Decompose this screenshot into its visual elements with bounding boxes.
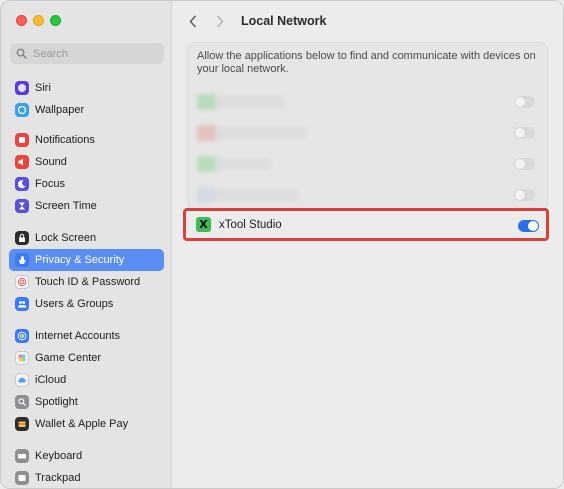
sidebar-item-internet-accounts[interactable]: Internet Accounts: [9, 325, 164, 347]
screen-time-icon: [15, 199, 29, 213]
xtool-app-icon: X: [196, 217, 211, 232]
app-row-redacted: [197, 152, 542, 176]
app-row-redacted: [197, 183, 542, 207]
sidebar-item-label: Wallpaper: [35, 104, 85, 116]
panel-description: Allow the applications below to find and…: [197, 50, 536, 75]
sidebar-item-label: Sound: [35, 156, 67, 168]
sidebar-item-label: Screen Time: [35, 200, 97, 212]
sidebar-item-touch-id-and-password[interactable]: Touch ID & Password: [9, 271, 164, 293]
redacted-app-name: [215, 127, 307, 139]
app-row-xtool: X xTool Studio: [195, 216, 539, 236]
sidebar-item-trackpad[interactable]: Trackpad: [9, 467, 164, 488]
zoom-window-button[interactable]: [50, 15, 61, 26]
sidebar-item-wallet-and-apple-pay[interactable]: Wallet & Apple Pay: [9, 413, 164, 435]
page-title: Local Network: [241, 14, 327, 28]
sidebar-group: Lock Screen Privacy & Security Touch ID & …: [9, 227, 164, 315]
sidebar-item-label: Notifications: [35, 134, 95, 146]
sidebar-item-label: Privacy & Security: [35, 254, 125, 266]
app-row-redacted: [197, 121, 542, 145]
notifications-icon: [15, 133, 29, 147]
sidebar-item-label: Touch ID & Password: [35, 276, 141, 288]
xtool-network-toggle[interactable]: [518, 220, 539, 232]
sidebar: Siri Wallpaper Notifications Sound Focus Scre…: [1, 1, 172, 488]
chevron-right-icon: [216, 14, 224, 28]
redacted-app-name: [215, 158, 271, 170]
sidebar-item-label: Keyboard: [35, 450, 83, 462]
sidebar-item-notifications[interactable]: Notifications: [9, 129, 164, 151]
sidebar-item-game-center[interactable]: Game Center: [9, 347, 164, 369]
sidebar-item-label: Spotlight: [35, 396, 78, 408]
highlighted-app-row: X xTool Studio: [183, 208, 549, 241]
app-network-toggle[interactable]: [514, 127, 535, 139]
sidebar-group: Internet Accounts Game Center iCloud Spotli…: [9, 325, 164, 435]
redacted-app-icon: [197, 187, 217, 203]
sidebar-item-screen-time[interactable]: Screen Time: [9, 195, 164, 217]
sidebar-item-label: Users & Groups: [35, 298, 114, 310]
sidebar-group: Siri Wallpaper: [9, 77, 164, 121]
sidebar-item-label: Wallet & Apple Pay: [35, 418, 129, 430]
sidebar-item-label: Lock Screen: [35, 232, 97, 244]
redacted-app-icon: [197, 156, 217, 172]
search-icon: [16, 48, 27, 59]
sound-icon: [15, 155, 29, 169]
users-icon: [15, 297, 29, 311]
search-input[interactable]: [33, 47, 153, 60]
app-network-toggle[interactable]: [514, 189, 535, 201]
at-icon: [15, 329, 29, 343]
spotlight-icon: [15, 395, 29, 409]
icloud-icon: [15, 373, 29, 387]
local-network-panel: Allow the applications below to find and…: [187, 42, 548, 210]
sidebar-item-sound[interactable]: Sound: [9, 151, 164, 173]
sidebar-search[interactable]: [10, 43, 164, 64]
app-network-toggle[interactable]: [514, 96, 535, 108]
sidebar-item-label: Focus: [35, 178, 65, 190]
sidebar-group: Notifications Sound Focus Screen Time: [9, 129, 164, 217]
redacted-app-name: [215, 189, 299, 201]
close-window-button[interactable]: [16, 15, 27, 26]
forward-button[interactable]: [213, 13, 227, 29]
sidebar-item-label: Siri: [35, 82, 51, 94]
main-pane: Local Network Allow the applications bel…: [172, 1, 563, 488]
sidebar-group: Keyboard Trackpad: [9, 445, 164, 488]
chevron-left-icon: [189, 14, 197, 28]
sidebar-item-wallpaper[interactable]: Wallpaper: [9, 99, 164, 121]
back-button[interactable]: [186, 13, 200, 29]
keyboard-icon: [15, 449, 29, 463]
focus-icon: [15, 177, 29, 191]
sidebar-item-label: Trackpad: [35, 472, 81, 484]
app-network-toggle[interactable]: [514, 158, 535, 170]
trackpad-icon: [15, 471, 29, 485]
app-row-redacted: [197, 90, 542, 114]
wallpaper-icon: [15, 103, 29, 117]
wallet-icon: [15, 417, 29, 431]
sidebar-item-users-and-groups[interactable]: Users & Groups: [9, 293, 164, 315]
settings-window: Siri Wallpaper Notifications Sound Focus Scre…: [0, 0, 564, 489]
game-center-icon: [15, 351, 29, 365]
fingerprint-icon: [15, 275, 29, 289]
sidebar-item-label: Internet Accounts: [35, 330, 120, 342]
sidebar-item-spotlight[interactable]: Spotlight: [9, 391, 164, 413]
lock-icon: [15, 231, 29, 245]
hand-icon: [15, 253, 29, 267]
redacted-app-icon: [197, 94, 217, 110]
redacted-app-icon: [197, 125, 217, 141]
sidebar-item-privacy-and-security[interactable]: Privacy & Security: [9, 249, 164, 271]
sidebar-item-icloud[interactable]: iCloud: [9, 369, 164, 391]
app-name: xTool Studio: [219, 219, 282, 231]
sidebar-item-label: Game Center: [35, 352, 102, 364]
sidebar-item-siri[interactable]: Siri: [9, 77, 164, 99]
sidebar-item-keyboard[interactable]: Keyboard: [9, 445, 164, 467]
sidebar-item-label: iCloud: [35, 374, 67, 386]
siri-icon: [15, 81, 29, 95]
redacted-app-name: [215, 96, 285, 108]
minimize-window-button[interactable]: [33, 15, 44, 26]
sidebar-item-lock-screen[interactable]: Lock Screen: [9, 227, 164, 249]
sidebar-item-focus[interactable]: Focus: [9, 173, 164, 195]
